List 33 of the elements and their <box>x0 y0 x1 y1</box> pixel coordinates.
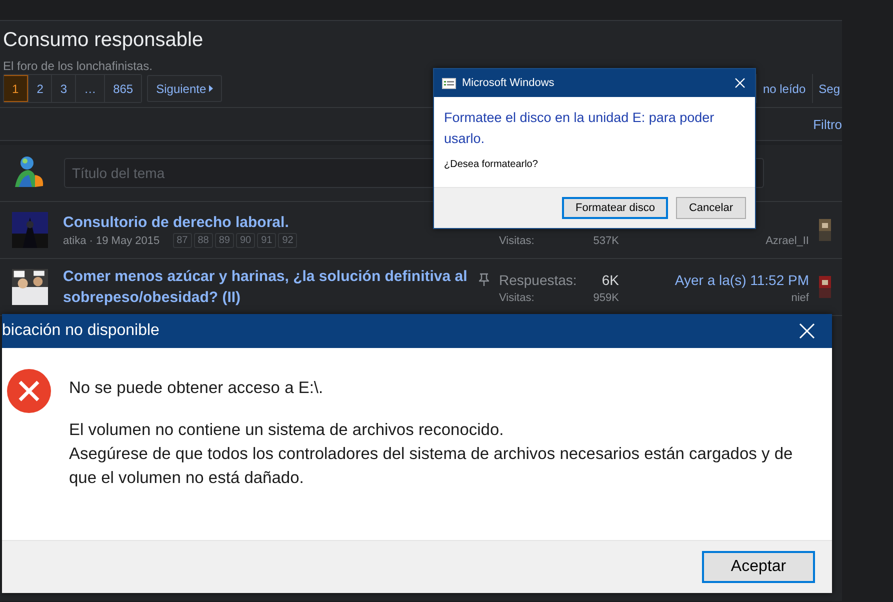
thread-title-link[interactable]: Comer menos azúcar y harinas, ¿la solución definitiva al sobrepeso/obesidad? (II) <box>63 266 473 308</box>
dialog-message: ¿Desea formatearlo? <box>444 159 539 170</box>
stat-label: Respuestas: <box>499 271 577 290</box>
next-page-button[interactable]: Siguiente <box>147 75 222 102</box>
stat-label: Visitas: <box>499 291 534 306</box>
dialog-button[interactable]: Cancelar <box>676 197 746 219</box>
stat-value: 537K <box>593 234 619 249</box>
toolbar-button[interactable]: Seg <box>812 74 842 103</box>
error-message: El volumen no contiene un sistema de archivos reconocido. Asegúrese de que todos los controladores del sistema de archivos necesarios están cargados y de que el volumen no está dañado. <box>69 420 794 489</box>
dialog-button[interactable]: Formatear disco <box>562 197 668 219</box>
thread-meta: atika · 19 May 2015 <box>63 234 160 246</box>
dialog-button[interactable]: Aceptar <box>702 551 815 583</box>
window-icon <box>442 78 456 88</box>
dialog-instruction: Formatee el disco en la unidad E: para poder usarlo. <box>444 109 716 148</box>
filter-button[interactable]: Filtro <box>813 116 842 132</box>
caret-icon <box>209 85 214 92</box>
page-link[interactable]: 865 <box>104 75 142 102</box>
close-icon <box>735 78 745 88</box>
user-avatar-icon <box>12 156 46 190</box>
close-icon <box>799 323 815 339</box>
error-icon <box>6 368 52 414</box>
last-poster-name: Azrael_II <box>766 234 809 249</box>
error-message: No se puede obtener acceso a E:\. <box>69 378 324 399</box>
stat-value: 959K <box>593 291 619 306</box>
stat-value: 6K <box>602 271 619 290</box>
forum-description: El foro de los lonchafinistas. <box>3 59 154 73</box>
window-title: bicación no disponible <box>2 322 160 340</box>
last-poster-name: nief <box>791 291 809 306</box>
last-post-date[interactable]: Ayer a la(s) 11:52 PM <box>674 270 809 290</box>
forum-title: Consumo responsable <box>3 28 204 53</box>
stat-label: Visitas: <box>499 234 534 249</box>
window-title: Microsoft Windows <box>462 77 556 89</box>
page-link[interactable]: 1 <box>4 75 28 102</box>
